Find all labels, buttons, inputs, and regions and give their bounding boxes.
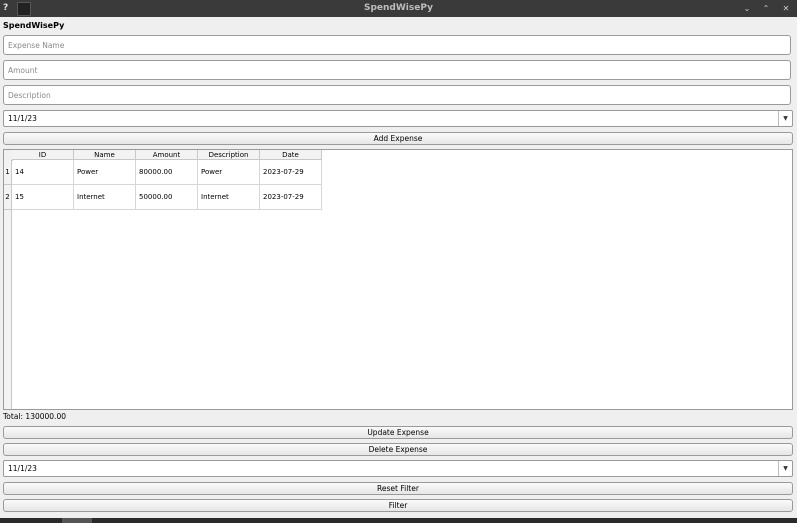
table-cell[interactable]: Power <box>198 160 260 185</box>
expense-name-input[interactable] <box>4 36 790 54</box>
row-header[interactable]: 2 <box>4 185 12 210</box>
table-cell[interactable]: Internet <box>74 185 136 210</box>
add-expense-button[interactable]: Add Expense <box>3 132 793 145</box>
expense-table[interactable]: ID Name Amount Description Date 1 14 Pow… <box>3 149 793 410</box>
reset-filter-button[interactable]: Reset Filter <box>3 482 793 495</box>
table-cell[interactable]: 50000.00 <box>136 185 198 210</box>
table-cell[interactable]: Power <box>74 160 136 185</box>
filter-date-value: 11/1/23 <box>8 464 37 473</box>
taskbar-item[interactable] <box>62 518 92 523</box>
column-header-amount[interactable]: Amount <box>136 150 198 160</box>
filter-date-picker[interactable]: 11/1/23 ▼ <box>3 460 793 477</box>
date-picker[interactable]: 11/1/23 ▼ <box>3 110 793 127</box>
app-label: SpendWisePy <box>3 21 65 30</box>
row-header-strip <box>4 210 12 409</box>
amount-input[interactable] <box>4 61 790 79</box>
chevron-down-icon[interactable]: ▼ <box>778 111 792 126</box>
column-header-date[interactable]: Date <box>260 150 322 160</box>
table-cell[interactable]: 14 <box>12 160 74 185</box>
description-input[interactable] <box>4 86 790 104</box>
table-cell[interactable]: 15 <box>12 185 74 210</box>
close-button[interactable]: ✕ <box>779 0 793 17</box>
row-header[interactable]: 1 <box>4 160 12 185</box>
update-expense-button[interactable]: Update Expense <box>3 426 793 439</box>
maximize-button[interactable]: ⌃ <box>759 0 773 17</box>
window-title: SpendWisePy <box>364 3 433 13</box>
taskbar <box>0 518 797 523</box>
table-cell[interactable]: Internet <box>198 185 260 210</box>
title-bar: ? SpendWisePy ⌄ ⌃ ✕ <box>0 0 797 17</box>
table-cell[interactable]: 2023-07-29 <box>260 185 322 210</box>
date-value: 11/1/23 <box>8 114 37 123</box>
amount-field[interactable] <box>3 60 791 80</box>
chevron-down-icon[interactable]: ▼ <box>778 461 792 476</box>
column-header-id[interactable]: ID <box>12 150 74 160</box>
table-cell[interactable]: 2023-07-29 <box>260 160 322 185</box>
delete-expense-button[interactable]: Delete Expense <box>3 443 793 456</box>
column-header-name[interactable]: Name <box>74 150 136 160</box>
minimize-button[interactable]: ⌄ <box>740 0 754 17</box>
expense-name-field[interactable] <box>3 35 791 55</box>
column-header-description[interactable]: Description <box>198 150 260 160</box>
description-field[interactable] <box>3 85 791 105</box>
table-cell[interactable]: 80000.00 <box>136 160 198 185</box>
total-label: Total: 130000.00 <box>3 412 66 421</box>
filter-button[interactable]: Filter <box>3 499 793 512</box>
